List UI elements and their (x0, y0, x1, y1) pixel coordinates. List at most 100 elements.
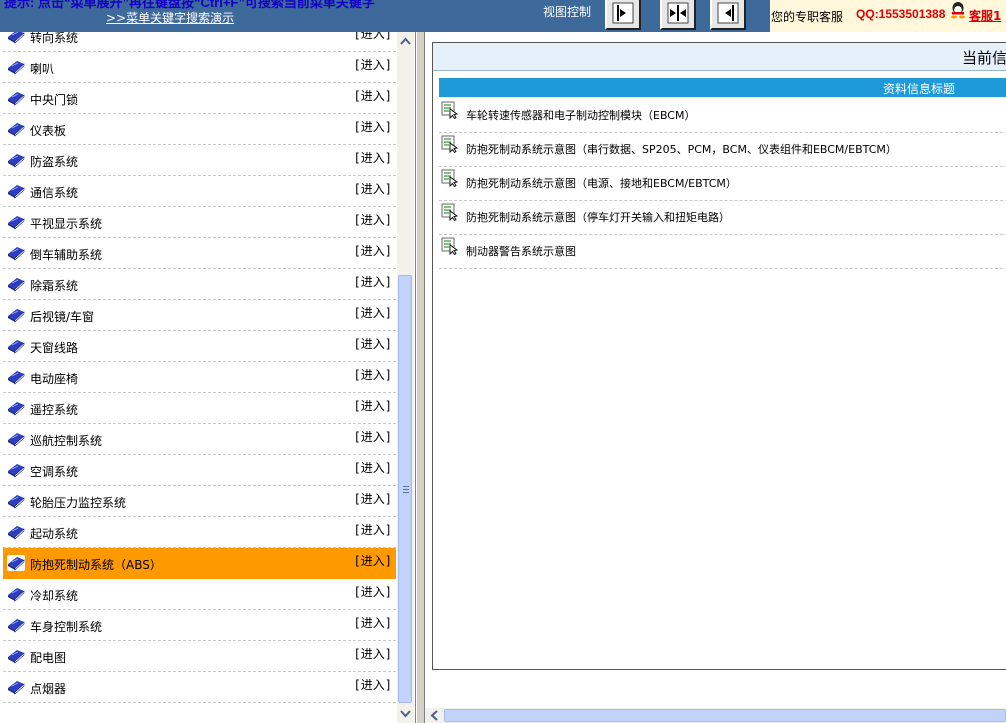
scroll-up-button[interactable] (398, 34, 413, 49)
menu-vertical-scrollbar[interactable] (397, 32, 414, 723)
document-link-icon (441, 203, 459, 222)
menu-item-label[interactable]: 喇叭 (30, 60, 54, 77)
menu-enter-link[interactable]: [进入] (354, 366, 392, 383)
document-title-link[interactable]: 防抱死制动系统示意图（电源、接地和EBCM/EBTCM） (466, 175, 737, 191)
split-view-button[interactable] (660, 0, 696, 30)
menu-item[interactable]: 巡航控制系统 [进入] (3, 424, 396, 455)
document-row[interactable]: 制动器警告系统示意图 (439, 235, 1006, 269)
menu-item[interactable]: 仪表板 [进入] (3, 114, 396, 145)
menu-item-label[interactable]: 通信系统 (30, 184, 78, 201)
document-link-icon (441, 135, 459, 154)
menu-item[interactable]: 遥控系统 [进入] (3, 393, 396, 424)
menu-item[interactable]: 空调系统 [进入] (3, 455, 396, 486)
menu-item-label[interactable]: 防抱死制动系统（ABS） (30, 556, 162, 573)
panel-title: 当前信 (961, 49, 1006, 67)
search-demo-link[interactable]: >>菜单关键字搜索演示 (106, 9, 234, 26)
support-qq-number[interactable]: QQ:1553501388 (856, 7, 945, 21)
menu-item[interactable]: 冷却系统 [进入] (3, 579, 396, 610)
document-title-link[interactable]: 防抱死制动系统示意图（串行数据、SP205、PCM，BCM、仪表组件和EBCM/… (466, 141, 897, 157)
menu-enter-link[interactable]: [进入] (354, 335, 392, 352)
book-icon (7, 555, 25, 571)
document-row[interactable]: 防抱死制动系统示意图（串行数据、SP205、PCM，BCM、仪表组件和EBCM/… (439, 133, 1006, 167)
document-title-link[interactable]: 防抱死制动系统示意图（停车灯开关输入和扭矩电路） (466, 209, 730, 225)
menu-enter-link[interactable]: [进入] (354, 118, 392, 135)
menu-enter-link[interactable]: [进入] (354, 583, 392, 600)
menu-item[interactable]: 天窗线路 [进入] (3, 331, 396, 362)
menu-item[interactable]: 防抱死制动系统（ABS） [进入] (3, 548, 396, 579)
menu-enter-link[interactable]: [进入] (354, 676, 392, 693)
view-control-label: 视图控制 (543, 5, 592, 19)
document-title-link[interactable]: 制动器警告系统示意图 (466, 243, 576, 259)
menu-item[interactable]: 喇叭 [进入] (3, 52, 396, 83)
menu-enter-link[interactable]: [进入] (354, 428, 392, 445)
menu-enter-link[interactable]: [进入] (354, 32, 392, 42)
menu-item-label[interactable]: 电动座椅 (30, 370, 78, 387)
document-title-link[interactable]: 车轮转速传感器和电子制动控制模块（EBCM） (466, 107, 695, 123)
menu-item-label[interactable]: 车身控制系统 (30, 618, 102, 635)
chevron-left-icon[interactable] (427, 708, 442, 723)
collapse-left-button[interactable] (710, 0, 746, 30)
book-icon (7, 431, 25, 447)
menu-list: 转向系统 [进入] 喇叭 [进入] 中央门锁 [进入] 仪表板 [进入] 防盗系统 [进入] 通信系… (0, 32, 397, 703)
expand-right-button[interactable] (605, 0, 641, 30)
menu-scrollbar-thumb[interactable] (398, 275, 412, 703)
menu-item-label[interactable]: 转向系统 (30, 32, 78, 46)
chevron-down-icon (400, 710, 411, 718)
menu-enter-link[interactable]: [进入] (354, 397, 392, 414)
menu-item[interactable]: 点烟器 [进入] (3, 672, 396, 703)
scroll-down-button[interactable] (398, 706, 413, 721)
menu-item[interactable]: 转向系统 [进入] (3, 32, 396, 52)
menu-item[interactable]: 防盗系统 [进入] (3, 145, 396, 176)
menu-enter-link[interactable]: [进入] (354, 552, 392, 569)
menu-item-label[interactable]: 除霜系统 (30, 277, 78, 294)
menu-enter-link[interactable]: [进入] (354, 242, 392, 259)
menu-item-label[interactable]: 巡航控制系统 (30, 432, 102, 449)
menu-item-label[interactable]: 配电图 (30, 649, 66, 666)
menu-item-label[interactable]: 防盗系统 (30, 153, 78, 170)
content-horizontal-scrollbar[interactable] (425, 708, 1006, 723)
menu-enter-link[interactable]: [进入] (354, 87, 392, 104)
document-link-icon (441, 101, 459, 120)
pane-splitter[interactable] (416, 32, 425, 723)
menu-enter-link[interactable]: [进入] (354, 56, 392, 73)
menu-enter-link[interactable]: [进入] (354, 149, 392, 166)
menu-enter-link[interactable]: [进入] (354, 304, 392, 321)
menu-item[interactable]: 车身控制系统 [进入] (3, 610, 396, 641)
menu-item[interactable]: 电动座椅 [进入] (3, 362, 396, 393)
menu-item-label[interactable]: 轮胎压力监控系统 (30, 494, 126, 511)
menu-item[interactable]: 配电图 [进入] (3, 641, 396, 672)
support-cs-link[interactable]: 客服1 (969, 7, 1001, 24)
menu-item[interactable]: 除霜系统 [进入] (3, 269, 396, 300)
menu-item-label[interactable]: 平视显示系统 (30, 215, 102, 232)
menu-item[interactable]: 倒车辅助系统 [进入] (3, 238, 396, 269)
menu-item-label[interactable]: 冷却系统 (30, 587, 78, 604)
menu-item[interactable]: 后视镜/车窗 [进入] (3, 300, 396, 331)
content-scrollbar-thumb[interactable] (444, 709, 1006, 722)
menu-enter-link[interactable]: [进入] (354, 490, 392, 507)
document-row[interactable]: 防抱死制动系统示意图（电源、接地和EBCM/EBTCM） (439, 167, 1006, 201)
menu-enter-link[interactable]: [进入] (354, 521, 392, 538)
menu-item-label[interactable]: 遥控系统 (30, 401, 78, 418)
menu-item-label[interactable]: 起动系统 (30, 525, 78, 542)
menu-item-label[interactable]: 天窗线路 (30, 339, 78, 356)
menu-item-label[interactable]: 仪表板 (30, 122, 66, 139)
menu-enter-link[interactable]: [进入] (354, 459, 392, 476)
menu-enter-link[interactable]: [进入] (354, 273, 392, 290)
menu-enter-link[interactable]: [进入] (354, 211, 392, 228)
menu-item-label[interactable]: 后视镜/车窗 (30, 308, 94, 325)
menu-item[interactable]: 通信系统 [进入] (3, 176, 396, 207)
menu-item[interactable]: 平视显示系统 [进入] (3, 207, 396, 238)
document-row[interactable]: 防抱死制动系统示意图（停车灯开关输入和扭矩电路） (439, 201, 1006, 235)
menu-enter-link[interactable]: [进入] (354, 614, 392, 631)
menu-item[interactable]: 中央门锁 [进入] (3, 83, 396, 114)
menu-enter-link[interactable]: [进入] (354, 645, 392, 662)
menu-item-label[interactable]: 倒车辅助系统 (30, 246, 102, 263)
menu-enter-link[interactable]: [进入] (354, 180, 392, 197)
qq-penguin-icon[interactable] (950, 1, 966, 19)
menu-item[interactable]: 轮胎压力监控系统 [进入] (3, 486, 396, 517)
menu-item-label[interactable]: 点烟器 (30, 680, 66, 697)
menu-item[interactable]: 起动系统 [进入] (3, 517, 396, 548)
menu-item-label[interactable]: 中央门锁 (30, 91, 78, 108)
document-row[interactable]: 车轮转速传感器和电子制动控制模块（EBCM） (439, 99, 1006, 133)
menu-item-label[interactable]: 空调系统 (30, 463, 78, 480)
